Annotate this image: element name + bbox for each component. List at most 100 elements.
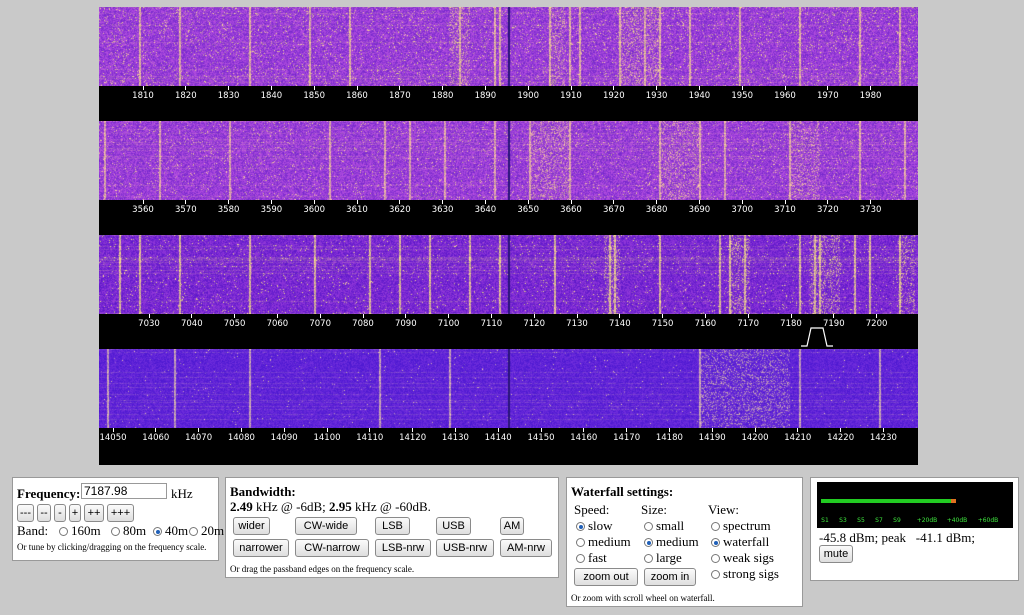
scale-tick xyxy=(442,86,444,90)
cw-wide-button[interactable]: CW-wide xyxy=(295,517,357,535)
scale-label: 14050 xyxy=(99,433,127,443)
step-down-1-button[interactable]: - xyxy=(54,504,66,522)
radio-icon xyxy=(59,527,68,536)
view-radio-strong-sigs[interactable]: strong sigs xyxy=(711,566,779,582)
scale-tick xyxy=(484,86,486,90)
view-label: View: xyxy=(708,502,739,517)
zoom-out-button[interactable]: zoom out xyxy=(574,568,638,586)
step-down-3-button[interactable]: --- xyxy=(17,504,34,522)
am-nrw-button[interactable]: AM-nrw xyxy=(500,539,552,557)
scale-label: 7030 xyxy=(138,319,160,329)
wider-button[interactable]: wider xyxy=(233,517,270,535)
signal-peak-marker xyxy=(950,499,956,503)
scale-tick xyxy=(704,314,706,318)
frequency-panel: Frequency: kHz --- -- - + ++ +++ Band: 1… xyxy=(12,477,224,561)
scale-label: 14060 xyxy=(142,433,170,443)
waterfall-20m[interactable] xyxy=(99,349,918,428)
step-up-2-button[interactable]: ++ xyxy=(84,504,104,522)
radio-icon xyxy=(576,522,585,531)
view-radio-spectrum[interactable]: spectrum xyxy=(711,518,771,534)
waterfall-40m[interactable] xyxy=(99,235,918,314)
scale-tick xyxy=(448,314,450,318)
frequency-scale-160m[interactable]: 1810 1820 1830 1840 1850 1860 1870 1880 1890 1900… xyxy=(99,86,918,123)
signal-reading: -45.8 dBm; peak -41.1 dBm; xyxy=(819,530,975,545)
lsb-nrw-button[interactable]: LSB-nrw xyxy=(375,539,431,557)
waterfall-hint: Or zoom with scroll wheel on waterfall. xyxy=(571,593,715,603)
scale-tick xyxy=(698,86,700,90)
scale-label: 3650 xyxy=(517,205,540,215)
zoom-in-button[interactable]: zoom in xyxy=(644,568,696,586)
band-80m[interactable]: 3560 3570 3580 3590 3600 3610 3620 3630 3640 3650… xyxy=(99,121,918,237)
waterfall-160m[interactable] xyxy=(99,7,918,86)
band-radio-40m[interactable]: 40m xyxy=(153,523,188,539)
signal-meter: S1 S3 S5 S7 S9 +20dB +40dB +60dB xyxy=(817,482,1013,528)
scale-label: 1940 xyxy=(688,91,711,101)
frequency-scale-40m[interactable]: 7030 7040 7050 7060 7070 7080 7090 7100 7110 7120… xyxy=(99,314,918,351)
step-down-2-button[interactable]: -- xyxy=(37,504,51,522)
view-radio-waterfall[interactable]: waterfall xyxy=(711,534,769,550)
scale-tick xyxy=(155,428,157,432)
scale-tick xyxy=(662,314,664,318)
size-radio-small[interactable]: small xyxy=(644,518,684,534)
size-label: Size: xyxy=(641,502,667,517)
scale-label: 14210 xyxy=(784,433,812,443)
scale-tick xyxy=(112,428,114,432)
frequency-unit: kHz xyxy=(171,486,193,501)
scale-tick xyxy=(570,86,572,90)
signal-scale-label: +20dB xyxy=(916,517,938,524)
radio-icon xyxy=(644,538,653,547)
scale-tick xyxy=(741,200,743,204)
frequency-scale-20m[interactable]: 14050 14060 14070 14080 14090 14100 14110 14120… xyxy=(99,428,918,465)
usb-button[interactable]: USB xyxy=(436,517,471,535)
scale-label: 7090 xyxy=(394,319,417,329)
scale-tick xyxy=(313,86,315,90)
speed-radio-fast[interactable]: fast xyxy=(576,550,607,566)
waterfall-display[interactable]: 1810 1820 1830 1840 1850 1860 1870 1880 1890 1900… xyxy=(99,7,918,465)
scale-label: 1890 xyxy=(474,91,497,101)
narrower-button[interactable]: narrower xyxy=(233,539,289,557)
am-button[interactable]: AM xyxy=(500,517,524,535)
scale-tick xyxy=(442,200,444,204)
band-radio-20m[interactable]: 20m xyxy=(189,523,224,539)
scale-label: 3720 xyxy=(816,205,839,215)
frequency-input[interactable] xyxy=(81,483,167,499)
scale-label: 14110 xyxy=(356,433,384,443)
radio-icon xyxy=(576,554,585,563)
scale-tick xyxy=(840,428,842,432)
scale-label: 3560 xyxy=(132,205,154,215)
size-radio-large[interactable]: large xyxy=(644,550,682,566)
band-40m[interactable]: 7030 7040 7050 7060 7070 7080 7090 7100 7110 7120… xyxy=(99,235,918,351)
speed-radio-medium[interactable]: medium xyxy=(576,534,631,550)
view-radio-weak-sigs[interactable]: weak sigs xyxy=(711,550,774,566)
scale-label: 7140 xyxy=(608,319,631,329)
scale-tick xyxy=(741,86,743,90)
scale-tick xyxy=(369,428,371,432)
mute-button[interactable]: mute xyxy=(819,545,853,563)
band-radio-160m[interactable]: 160m xyxy=(59,523,101,539)
step-up-3-button[interactable]: +++ xyxy=(107,504,134,522)
scale-tick xyxy=(583,428,585,432)
scale-label: 1910 xyxy=(560,91,582,101)
scale-label: 3700 xyxy=(731,205,754,215)
lsb-button[interactable]: LSB xyxy=(375,517,410,535)
size-radio-medium[interactable]: medium xyxy=(644,534,699,550)
speed-radio-slow[interactable]: slow xyxy=(576,518,613,534)
cw-narrow-button[interactable]: CW-narrow xyxy=(295,539,369,557)
frequency-scale-80m[interactable]: 3560 3570 3580 3590 3600 3610 3620 3630 3640 3650… xyxy=(99,200,918,237)
band-radio-80m[interactable]: 80m xyxy=(111,523,146,539)
step-up-1-button[interactable]: + xyxy=(69,504,81,522)
usb-nrw-button[interactable]: USB-nrw xyxy=(436,539,494,557)
bandwidth-title: Bandwidth: xyxy=(230,484,296,499)
bandwidth-panel: Bandwidth: 2.49 kHz @ -6dB; 2.95 kHz @ -… xyxy=(225,477,559,578)
scale-label: 7100 xyxy=(437,319,460,329)
scale-label: 3610 xyxy=(346,205,368,215)
waterfall-80m[interactable] xyxy=(99,121,918,200)
scale-tick xyxy=(356,200,358,204)
scale-label: 3640 xyxy=(474,205,497,215)
band-20m[interactable]: 14050 14060 14070 14080 14090 14100 14110 14120… xyxy=(99,349,918,465)
scale-tick xyxy=(198,428,200,432)
scale-tick xyxy=(276,314,278,318)
bandwidth-hint: Or drag the passband edges on the freque… xyxy=(230,564,415,574)
scale-tick xyxy=(142,200,144,204)
band-160m[interactable]: 1810 1820 1830 1840 1850 1860 1870 1880 1890 1900… xyxy=(99,7,918,123)
